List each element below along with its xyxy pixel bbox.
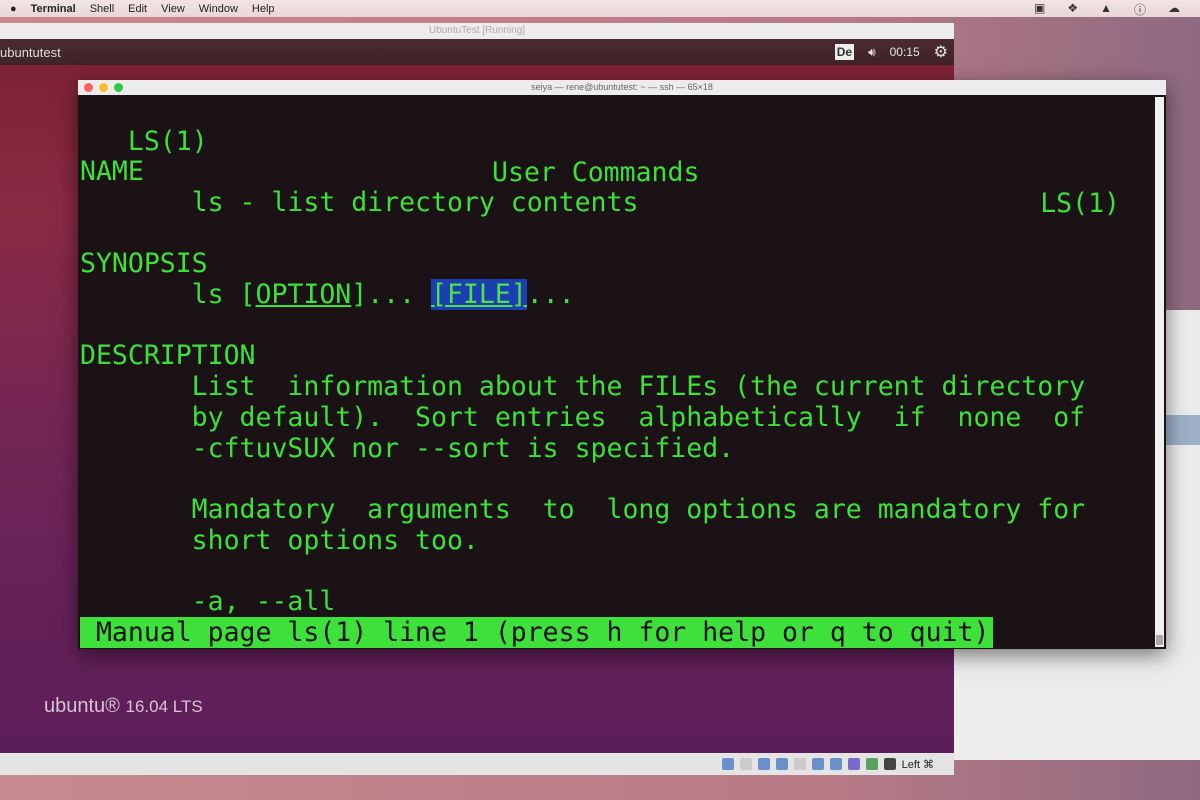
description-line: -cftuvSUX nor --sort is specified. bbox=[80, 433, 735, 464]
hdd-icon[interactable] bbox=[721, 758, 734, 770]
header-right: LS(1) bbox=[1040, 188, 1120, 219]
cloud-icon[interactable]: ☁ bbox=[1168, 1, 1180, 18]
mac-menubar: ● Terminal Shell Edit View Window Help ▣… bbox=[0, 0, 1200, 17]
menu-shell[interactable]: Shell bbox=[90, 3, 114, 15]
man-header: LS(1) User Commands LS(1) bbox=[80, 95, 1120, 219]
display-icon[interactable] bbox=[811, 758, 824, 770]
volume-icon[interactable]: 🔊︎ bbox=[868, 45, 876, 60]
terminal-window[interactable]: seiya — rene@ubuntutest: ~ — ssh — 65×18… bbox=[78, 80, 1166, 649]
keyboard-layout-indicator[interactable]: De bbox=[834, 44, 855, 60]
ubuntu-top-panel: ubuntutest De 🔊︎ 00:15 ⚙ bbox=[0, 39, 954, 65]
menu-help[interactable]: Help bbox=[252, 3, 275, 15]
description-heading: DESCRIPTION bbox=[80, 340, 256, 371]
optical-icon[interactable] bbox=[739, 758, 752, 770]
name-heading: NAME bbox=[80, 156, 144, 187]
close-button[interactable] bbox=[84, 83, 93, 92]
ubuntu-logo: ubuntu® 16.04 LTS bbox=[44, 695, 203, 717]
audio-icon[interactable] bbox=[757, 758, 770, 770]
name-line: ls - list directory contents bbox=[80, 187, 639, 218]
menu-window[interactable]: Window bbox=[199, 3, 238, 15]
description-line: short options too. bbox=[80, 525, 479, 556]
header-center: User Commands bbox=[492, 157, 700, 188]
camera-icon[interactable]: ▣ bbox=[1034, 1, 1045, 18]
drive-icon[interactable]: ▲ bbox=[1100, 1, 1112, 18]
description-line: List information about the FILEs (the cu… bbox=[80, 371, 1086, 402]
terminal-title: seiya — rene@ubuntutest: ~ — ssh — 65×18 bbox=[531, 82, 713, 92]
vbox-statusbar: Left ⌘ bbox=[0, 753, 954, 775]
clock[interactable]: 00:15 bbox=[890, 45, 920, 59]
gear-icon[interactable]: ⚙ bbox=[934, 42, 948, 62]
terminal-screen[interactable]: LS(1) User Commands LS(1) NAME ls - list… bbox=[78, 95, 1166, 649]
recording-icon[interactable] bbox=[865, 758, 878, 770]
mouse-icon[interactable] bbox=[883, 758, 896, 770]
description-line: -a, --all bbox=[80, 586, 336, 617]
selected-text: [FILE] bbox=[431, 279, 527, 310]
header-left: LS(1) bbox=[127, 126, 208, 157]
scrollbar[interactable] bbox=[1155, 97, 1164, 647]
vbox-title: UbuntuTest [Running] bbox=[0, 23, 954, 39]
usb-icon[interactable] bbox=[775, 758, 788, 770]
network-icon[interactable] bbox=[829, 758, 842, 770]
pager-status: Manual page ls(1) line 1 (press h for he… bbox=[80, 617, 994, 648]
apple-icon[interactable]: ● bbox=[10, 3, 17, 15]
menu-edit[interactable]: Edit bbox=[128, 3, 147, 15]
description-line: Mandatory arguments to long options are … bbox=[80, 494, 1086, 525]
description-line: by default). Sort entries alphabetically… bbox=[80, 402, 1086, 433]
menu-terminal[interactable]: Terminal bbox=[31, 3, 76, 15]
shared-folder-icon[interactable] bbox=[793, 758, 806, 770]
dropbox-icon[interactable]: ❖ bbox=[1067, 1, 1078, 18]
terminal-titlebar: seiya — rene@ubuntutest: ~ — ssh — 65×18 bbox=[78, 80, 1166, 95]
host-key: Left ⌘ bbox=[901, 758, 934, 771]
synopsis-line: ls [OPTION]... [FILE]... bbox=[80, 279, 575, 310]
capture-icon[interactable] bbox=[847, 758, 860, 770]
menu-view[interactable]: View bbox=[161, 3, 185, 15]
hostname: ubuntutest bbox=[0, 44, 61, 60]
synopsis-heading: SYNOPSIS bbox=[80, 248, 208, 279]
onepassword-icon[interactable]: ⓘ bbox=[1134, 1, 1146, 18]
zoom-button[interactable] bbox=[114, 83, 123, 92]
minimize-button[interactable] bbox=[99, 83, 108, 92]
